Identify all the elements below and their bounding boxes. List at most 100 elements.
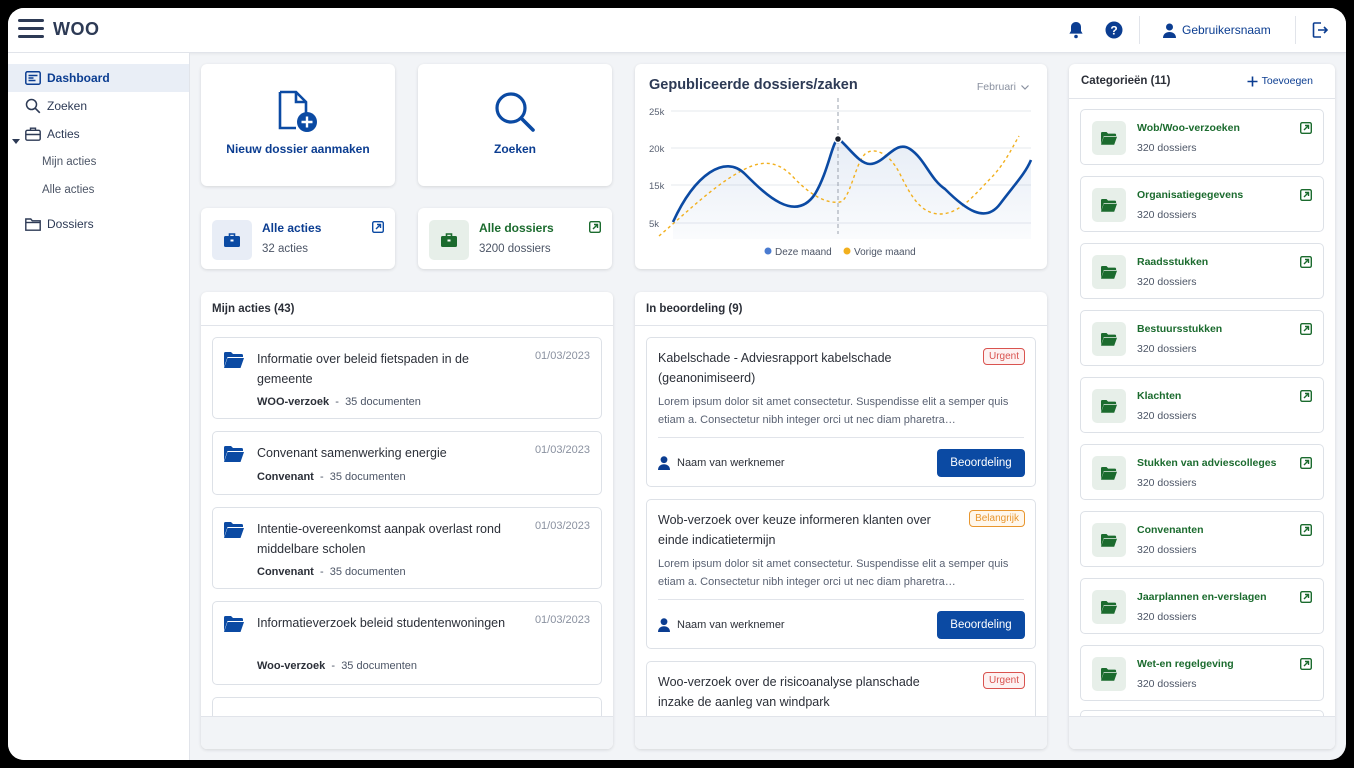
category-item[interactable]: Klachten 320 dossiers (1080, 377, 1324, 433)
bell-icon[interactable] (1066, 20, 1086, 40)
divider (1069, 98, 1335, 99)
sidebar-item-dashboard[interactable]: Dashboard (8, 64, 189, 92)
list-item[interactable]: Informatieverzoek beleid studentenwoning… (212, 601, 602, 685)
logout-icon[interactable] (1310, 20, 1330, 40)
sidebar-item-dossiers[interactable]: Dossiers (8, 210, 189, 238)
user-menu[interactable]: Gebruikersnaam (1163, 20, 1271, 40)
category-item[interactable]: Wet-en regelgeving 320 dossiers (1080, 645, 1324, 701)
briefcase-icon (25, 126, 41, 142)
all-actions-card[interactable]: Alle acties 32 acties (201, 208, 395, 269)
search-label: Zoeken (493, 142, 536, 156)
category-item[interactable]: Jaarplannen en-verslagen 320 dossiers (1080, 578, 1324, 634)
category-name: Klachten (1137, 390, 1182, 402)
category-item[interactable]: Convenanten 320 dossiers (1080, 511, 1324, 567)
item-title: Convenant samenwerking energie (257, 446, 447, 460)
all-dossiers-count: 3200 dossiers (479, 243, 551, 255)
review-item[interactable]: Wob-verzoek over keuze informeren klante… (646, 499, 1036, 649)
y-tick-label: 20k (649, 144, 665, 155)
external-link-icon[interactable] (1299, 121, 1313, 139)
sidebar-item-label: Dashboard (47, 71, 110, 85)
sidebar-item-mijn-acties[interactable]: Mijn acties (42, 151, 96, 173)
panel-footer (635, 716, 1047, 749)
user-icon (658, 456, 670, 470)
category-item[interactable]: Organisatiegegevens 320 dossiers (1080, 176, 1324, 232)
separator: - (319, 566, 324, 578)
divider (1295, 16, 1296, 44)
review-button[interactable]: Beoordeling (937, 449, 1025, 477)
category-count: 320 dossiers (1137, 209, 1197, 221)
plus-icon (1247, 76, 1258, 86)
external-link-icon[interactable] (1299, 389, 1313, 407)
list-item[interactable]: Informatie over beleid fietspaden in de … (212, 337, 602, 419)
y-tick-label: 5k (649, 219, 659, 230)
separator: - (335, 396, 339, 408)
important-badge: Belangrijk (969, 510, 1025, 527)
chart-card: Gepubliceerde dossiers/zaken Februari 25… (635, 64, 1047, 269)
item-description: Lorem ipsum dolor sit amet consectetur. … (658, 558, 1009, 588)
review-item[interactable]: Kabelschade - Adviesrapport kabelschade … (646, 337, 1036, 487)
item-title: Intentie-overeenkomst aanpak overlast ro… (257, 522, 501, 556)
all-actions-title: Alle acties (262, 221, 322, 235)
all-dossiers-card[interactable]: Alle dossiers 3200 dossiers (418, 208, 612, 269)
panel-footer (1069, 716, 1335, 749)
item-docs: 35 documenten (329, 471, 406, 483)
category-item[interactable]: Stukken van adviescolleges 320 dossiers (1080, 444, 1324, 500)
new-dossier-label: Nieuw dossier aanmaken (226, 142, 370, 156)
sidebar: Dashboard Zoeken Acties Mijn acties Alle… (8, 53, 190, 760)
category-item[interactable]: Wob/Woo-verzoeken 320 dossiers (1080, 109, 1324, 165)
external-link-icon[interactable] (1299, 255, 1313, 273)
category-item[interactable]: Bestuursstukken 320 dossiers (1080, 310, 1324, 366)
external-link-icon[interactable] (1299, 590, 1313, 608)
sidebar-item-alle-acties[interactable]: Alle acties (42, 179, 94, 201)
my-actions-panel: Mijn acties (43) Informatie over beleid … (201, 292, 613, 749)
item-docs: 35 documenten (345, 396, 421, 408)
category-name: Raadsstukken (1137, 256, 1209, 268)
list-item[interactable]: Convenant samenwerking energie 01/03/202… (212, 431, 602, 495)
sidebar-item-label: Zoeken (47, 99, 88, 113)
item-date: 01/03/2023 (534, 614, 590, 626)
sidebar-item-acties[interactable]: Acties (8, 120, 189, 148)
urgent-badge: Urgent (982, 348, 1025, 365)
category-count: 320 dossiers (1137, 678, 1197, 690)
category-name: Convenanten (1137, 524, 1204, 536)
employee-name: Naam van werknemer (677, 619, 785, 631)
external-link-icon[interactable] (1299, 322, 1313, 340)
external-link-icon[interactable] (1299, 456, 1313, 474)
dashboard-icon (25, 70, 41, 86)
category-name: Jaarplannen en-verslagen (1137, 591, 1267, 603)
folder-open-icon (1092, 188, 1126, 222)
employee: Naam van werknemer (658, 456, 785, 470)
folder-open-icon (1092, 322, 1126, 356)
category-count: 320 dossiers (1137, 611, 1197, 623)
sidebar-item-zoeken[interactable]: Zoeken (8, 92, 189, 120)
add-category-button[interactable]: Toevoegen (1247, 75, 1313, 87)
item-title: Woo-verzoek over de risicoanalyse plansc… (658, 675, 920, 709)
item-date: 01/03/2023 (534, 520, 590, 532)
category-count: 320 dossiers (1137, 276, 1197, 288)
category-name: Organisatiegegevens (1137, 189, 1244, 201)
help-icon[interactable]: ? (1104, 20, 1124, 40)
item-title: Wob-verzoek over keuze informeren klante… (658, 513, 931, 547)
category-item[interactable]: Raadsstukken 320 dossiers (1080, 243, 1324, 299)
external-link-icon[interactable] (1299, 523, 1313, 541)
divider (658, 437, 1024, 438)
external-link-icon[interactable] (1299, 188, 1313, 206)
categories-panel: Categorieën (11) Toevoegen Wob/Woo-verzo… (1069, 64, 1335, 749)
menu-icon[interactable] (18, 19, 44, 39)
employee-name: Naam van werknemer (677, 457, 785, 469)
folder-open-icon (1092, 657, 1126, 691)
legend-dot-vorige-maand (843, 247, 851, 255)
legend-dot-deze-maand (764, 247, 772, 255)
external-link-icon[interactable] (371, 220, 385, 238)
svg-text:?: ? (1110, 23, 1117, 37)
search-button[interactable]: Zoeken (418, 64, 612, 186)
external-link-icon[interactable] (588, 220, 602, 238)
my-actions-title: Mijn acties (43) (201, 292, 613, 326)
list-item[interactable]: Intentie-overeenkomst aanpak overlast ro… (212, 507, 602, 589)
new-dossier-button[interactable]: Nieuw dossier aanmaken (201, 64, 395, 186)
folder-open-icon (1092, 389, 1126, 423)
external-link-icon[interactable] (1299, 657, 1313, 675)
folder-open-icon (1092, 523, 1126, 557)
top-bar: WOO ? Gebruikersnaam (8, 8, 1346, 53)
review-button[interactable]: Beoordeling (937, 611, 1025, 639)
